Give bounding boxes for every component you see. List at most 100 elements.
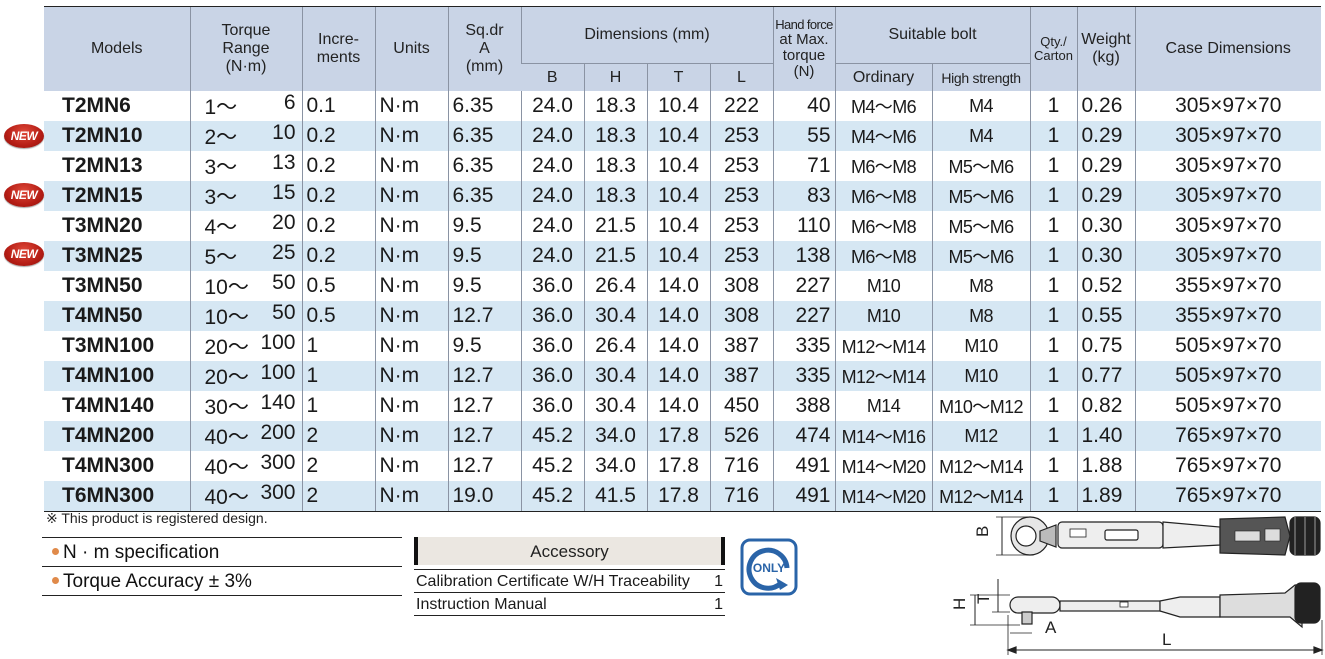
cell-increment: 2	[301, 481, 375, 512]
cell-model: T6MN300	[44, 481, 190, 512]
cell-h: 18.3	[583, 151, 647, 181]
cell-b: 36.0	[520, 361, 584, 391]
cell-hand-force: 335	[772, 331, 835, 361]
cell-torque-range: 20～ 100	[189, 361, 302, 391]
cell-b: 24.0	[520, 91, 584, 121]
cell-model: T3MN25	[44, 241, 190, 271]
header-handforce-line1: Hand force	[775, 17, 833, 32]
only-label: ONLY	[753, 561, 785, 575]
cell-increment: 1	[301, 361, 375, 391]
header-increments-line1: Incre-	[318, 31, 359, 48]
cell-units: N·m	[374, 181, 448, 211]
cell-case: 765×97×70	[1134, 451, 1321, 481]
cell-weight: 0.29	[1076, 121, 1135, 151]
header-weight: Weight (kg)	[1076, 6, 1135, 91]
cell-units: N·m	[374, 121, 448, 151]
cell-qty: 1	[1029, 301, 1077, 331]
cell-sq-dr: 12.7	[447, 361, 521, 391]
cell-sq-dr: 12.7	[447, 391, 521, 421]
header-weight-line1: Weight	[1081, 31, 1131, 48]
feature-text: N · m specification	[63, 542, 220, 563]
cell-qty: 1	[1029, 391, 1077, 421]
accessory-item: Calibration Certificate W/H Traceability…	[414, 569, 725, 592]
cell-model: T4MN50	[44, 301, 190, 331]
cell-hand-force: 138	[772, 241, 835, 271]
bullet-icon	[52, 577, 59, 584]
header-increments-line2: ments	[316, 49, 361, 66]
cell-high-strength: M10	[931, 361, 1030, 391]
cell-qty: 1	[1029, 361, 1077, 391]
cell-ordinary: M12～M14	[834, 331, 932, 361]
header-sqdr-line2: A	[479, 40, 490, 57]
cell-h: 21.5	[583, 241, 647, 271]
cell-case: 505×97×70	[1134, 391, 1321, 421]
header-qty-line1: Qty./	[1040, 34, 1067, 49]
cell-h: 30.4	[583, 301, 647, 331]
cell-t: 10.4	[646, 151, 710, 181]
cell-weight: 0.29	[1076, 151, 1135, 181]
header-suitable-bolt: Suitable bolt	[834, 6, 1030, 64]
cell-model: T2MN10	[44, 121, 190, 151]
cell-weight: 0.29	[1076, 181, 1135, 211]
table-row: T4MN300 40～ 300 2 N·m 12.7 45.2 34.0 17.8 716 491 M…	[44, 451, 1321, 481]
cell-h: 26.4	[583, 331, 647, 361]
cell-torque-range: 40～ 300	[189, 451, 302, 481]
cell-torque-range: 1～ 6	[189, 91, 302, 121]
torque-min: 10～	[204, 306, 249, 329]
cell-b: 36.0	[520, 391, 584, 421]
cell-b: 24.0	[520, 241, 584, 271]
header-dimensions: Dimensions (mm)	[520, 6, 773, 64]
cell-l: 308	[709, 301, 773, 331]
cell-l: 253	[709, 181, 773, 211]
cell-qty: 1	[1029, 121, 1077, 151]
cell-weight: 0.30	[1076, 241, 1135, 271]
cell-model: T4MN140	[62, 394, 155, 417]
cell-increment: 0.2	[301, 241, 375, 271]
table-row: T2MN10 2～ 10 0.2 N·m 6.35 24.0 18.3 10.4 253 55 M4～…	[44, 121, 1321, 151]
cell-sq-dr: 9.5	[447, 331, 521, 361]
cell-ordinary: M6～M8	[834, 241, 932, 271]
cell-hand-force: 83	[772, 181, 835, 211]
torque-min: 4～	[204, 216, 238, 239]
table-row: T2MN15 3～ 15 0.2 N·m 6.35 24.0 18.3 10.4 253 83 M6～…	[44, 181, 1321, 211]
torque-min: 2～	[204, 126, 238, 149]
torque-min: 10～	[204, 276, 249, 299]
cell-hand-force: 474	[772, 421, 835, 451]
torque-min: 20～	[204, 366, 249, 389]
cell-case: 305×97×70	[1134, 151, 1321, 181]
cell-qty: 1	[1029, 451, 1077, 481]
cell-sq-dr: 19.0	[447, 481, 521, 512]
cell-t: 14.0	[646, 301, 710, 331]
cell-ordinary: M14～M20	[834, 451, 932, 481]
cell-h: 21.5	[583, 211, 647, 241]
cell-l: 450	[709, 391, 773, 421]
cell-weight: 0.26	[1076, 91, 1135, 121]
cell-hand-force: 110	[772, 211, 835, 241]
cell-qty: 1	[1029, 91, 1077, 121]
cell-b: 24.0	[520, 181, 584, 211]
cell-l: 222	[709, 91, 773, 121]
table-row: T2MN6 1～ 6 0.1 N·m 6.35 24.0 18.3 10.4 222 40 M4～M6…	[44, 91, 1321, 121]
cell-weight: 0.30	[1076, 211, 1135, 241]
cell-high-strength: M12	[931, 421, 1030, 451]
cell-ordinary: M14～M20	[834, 481, 932, 512]
torque-max: 6	[283, 91, 296, 114]
cell-hand-force: 388	[772, 391, 835, 421]
cell-units: N·m	[374, 361, 448, 391]
cell-h: 18.3	[583, 91, 647, 121]
cell-h: 30.4	[583, 361, 647, 391]
cell-weight: 0.75	[1076, 331, 1135, 361]
cell-units: N·m	[374, 301, 448, 331]
cell-b: 36.0	[520, 331, 584, 361]
cell-t: 10.4	[646, 91, 710, 121]
cell-case: 305×97×70	[1134, 121, 1321, 151]
header-dim-l: L	[709, 63, 773, 91]
torque-max: 100	[260, 331, 296, 354]
new-badge-icon: NEW	[4, 124, 44, 149]
cell-h: 26.4	[583, 271, 647, 301]
cell-torque-range: 5～ 25	[189, 241, 302, 271]
torque-max: 25	[272, 241, 296, 264]
cell-torque-range: 10～ 50	[189, 301, 302, 331]
only-icon: ONLY	[740, 538, 798, 596]
cell-t: 14.0	[646, 271, 710, 301]
